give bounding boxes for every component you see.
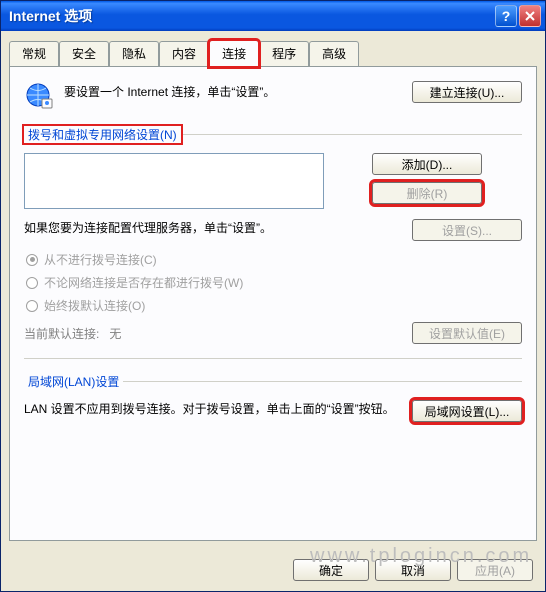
connection-settings-button: 设置(S)...: [412, 219, 522, 241]
default-label: 当前默认连接:: [24, 327, 99, 341]
dial-radio-group: 从不进行拨号连接(C) 不论网络连接是否存在都进行拨号(W) 始终拨默认连接(O…: [26, 251, 522, 314]
lan-section: 局域网(LAN)设置 LAN 设置不应用到拨号连接。对于拨号设置，单击上面的“设…: [24, 373, 522, 422]
intro-row: 要设置一个 Internet 连接，单击“设置”。 建立连接(U)...: [24, 81, 522, 116]
ok-button[interactable]: 确定: [293, 559, 369, 581]
set-default-button: 设置默认值(E): [412, 322, 522, 344]
radio-always-default: [26, 300, 38, 312]
radio-when-needed-label: 不论网络连接是否存在都进行拨号(W): [44, 274, 243, 291]
remove-button: 删除(R): [372, 182, 482, 204]
title-buttons: ?: [495, 5, 541, 27]
lan-section-label: 局域网(LAN)设置: [24, 373, 123, 390]
close-button[interactable]: [519, 5, 541, 27]
apply-button: 应用(A): [457, 559, 533, 581]
tab-general[interactable]: 常规: [9, 41, 59, 68]
cancel-button[interactable]: 取消: [375, 559, 451, 581]
intro-text: 要设置一个 Internet 连接，单击“设置”。: [64, 81, 404, 101]
tab-advanced[interactable]: 高级: [309, 41, 359, 68]
tab-content-panel: 要设置一个 Internet 连接，单击“设置”。 建立连接(U)... 拨号和…: [9, 66, 537, 541]
lan-text: LAN 设置不应用到拨号连接。对于拨号设置，单击上面的“设置”按钮。: [24, 400, 404, 419]
default-value: 无: [109, 327, 121, 341]
radio-whenneeded-row: 不论网络连接是否存在都进行拨号(W): [26, 274, 522, 291]
proxy-text: 如果您要为连接配置代理服务器，单击“设置”。: [24, 219, 372, 238]
radio-when-needed: [26, 277, 38, 289]
proxy-row: 如果您要为连接配置代理服务器，单击“设置”。 设置(S)...: [24, 219, 522, 241]
help-button[interactable]: ?: [495, 5, 517, 27]
dialup-section: 拨号和虚拟专用网络设置(N) 添加(D)... 删除(R) 如果您要为连接配置代…: [24, 126, 522, 344]
dialup-section-label: 拨号和虚拟专用网络设置(N): [24, 126, 181, 143]
default-label-group: 当前默认连接: 无: [24, 325, 121, 342]
radio-never-row: 从不进行拨号连接(C): [26, 251, 522, 268]
radio-never-label: 从不进行拨号连接(C): [44, 251, 157, 268]
radio-always-row: 始终拨默认连接(O): [26, 297, 522, 314]
setup-connection-button[interactable]: 建立连接(U)...: [412, 81, 522, 103]
tab-privacy[interactable]: 隐私: [109, 41, 159, 68]
bottom-button-bar: 确定 取消 应用(A): [1, 549, 545, 591]
dialup-button-column: 添加(D)... 删除(R): [332, 153, 482, 204]
window-title: Internet 选项: [9, 6, 495, 26]
proxy-button-col: 设置(S)...: [372, 219, 522, 241]
lan-settings-button[interactable]: 局域网设置(L)...: [412, 400, 522, 422]
close-icon: [524, 10, 536, 22]
default-connection-row: 当前默认连接: 无 设置默认值(E): [24, 322, 522, 344]
tab-security[interactable]: 安全: [59, 41, 109, 68]
dialup-list-row: 添加(D)... 删除(R): [24, 153, 522, 209]
radio-always-default-label: 始终拨默认连接(O): [44, 297, 145, 314]
add-button[interactable]: 添加(D)...: [372, 153, 482, 175]
tab-programs[interactable]: 程序: [259, 41, 309, 68]
lan-row: LAN 设置不应用到拨号连接。对于拨号设置，单击上面的“设置”按钮。 局域网设置…: [24, 400, 522, 422]
tab-content[interactable]: 内容: [159, 41, 209, 68]
radio-never: [26, 254, 38, 266]
globe-icon: [24, 81, 56, 116]
dialog-window: Internet 选项 ? 常规 安全 隐私 内容 连接 程序 高级 要设置一个…: [0, 0, 546, 592]
titlebar[interactable]: Internet 选项 ?: [1, 1, 545, 31]
tab-bar: 常规 安全 隐私 内容 连接 程序 高级: [1, 31, 545, 66]
tab-connections[interactable]: 连接: [209, 40, 259, 67]
dialup-listbox[interactable]: [24, 153, 324, 209]
divider: [24, 358, 522, 359]
